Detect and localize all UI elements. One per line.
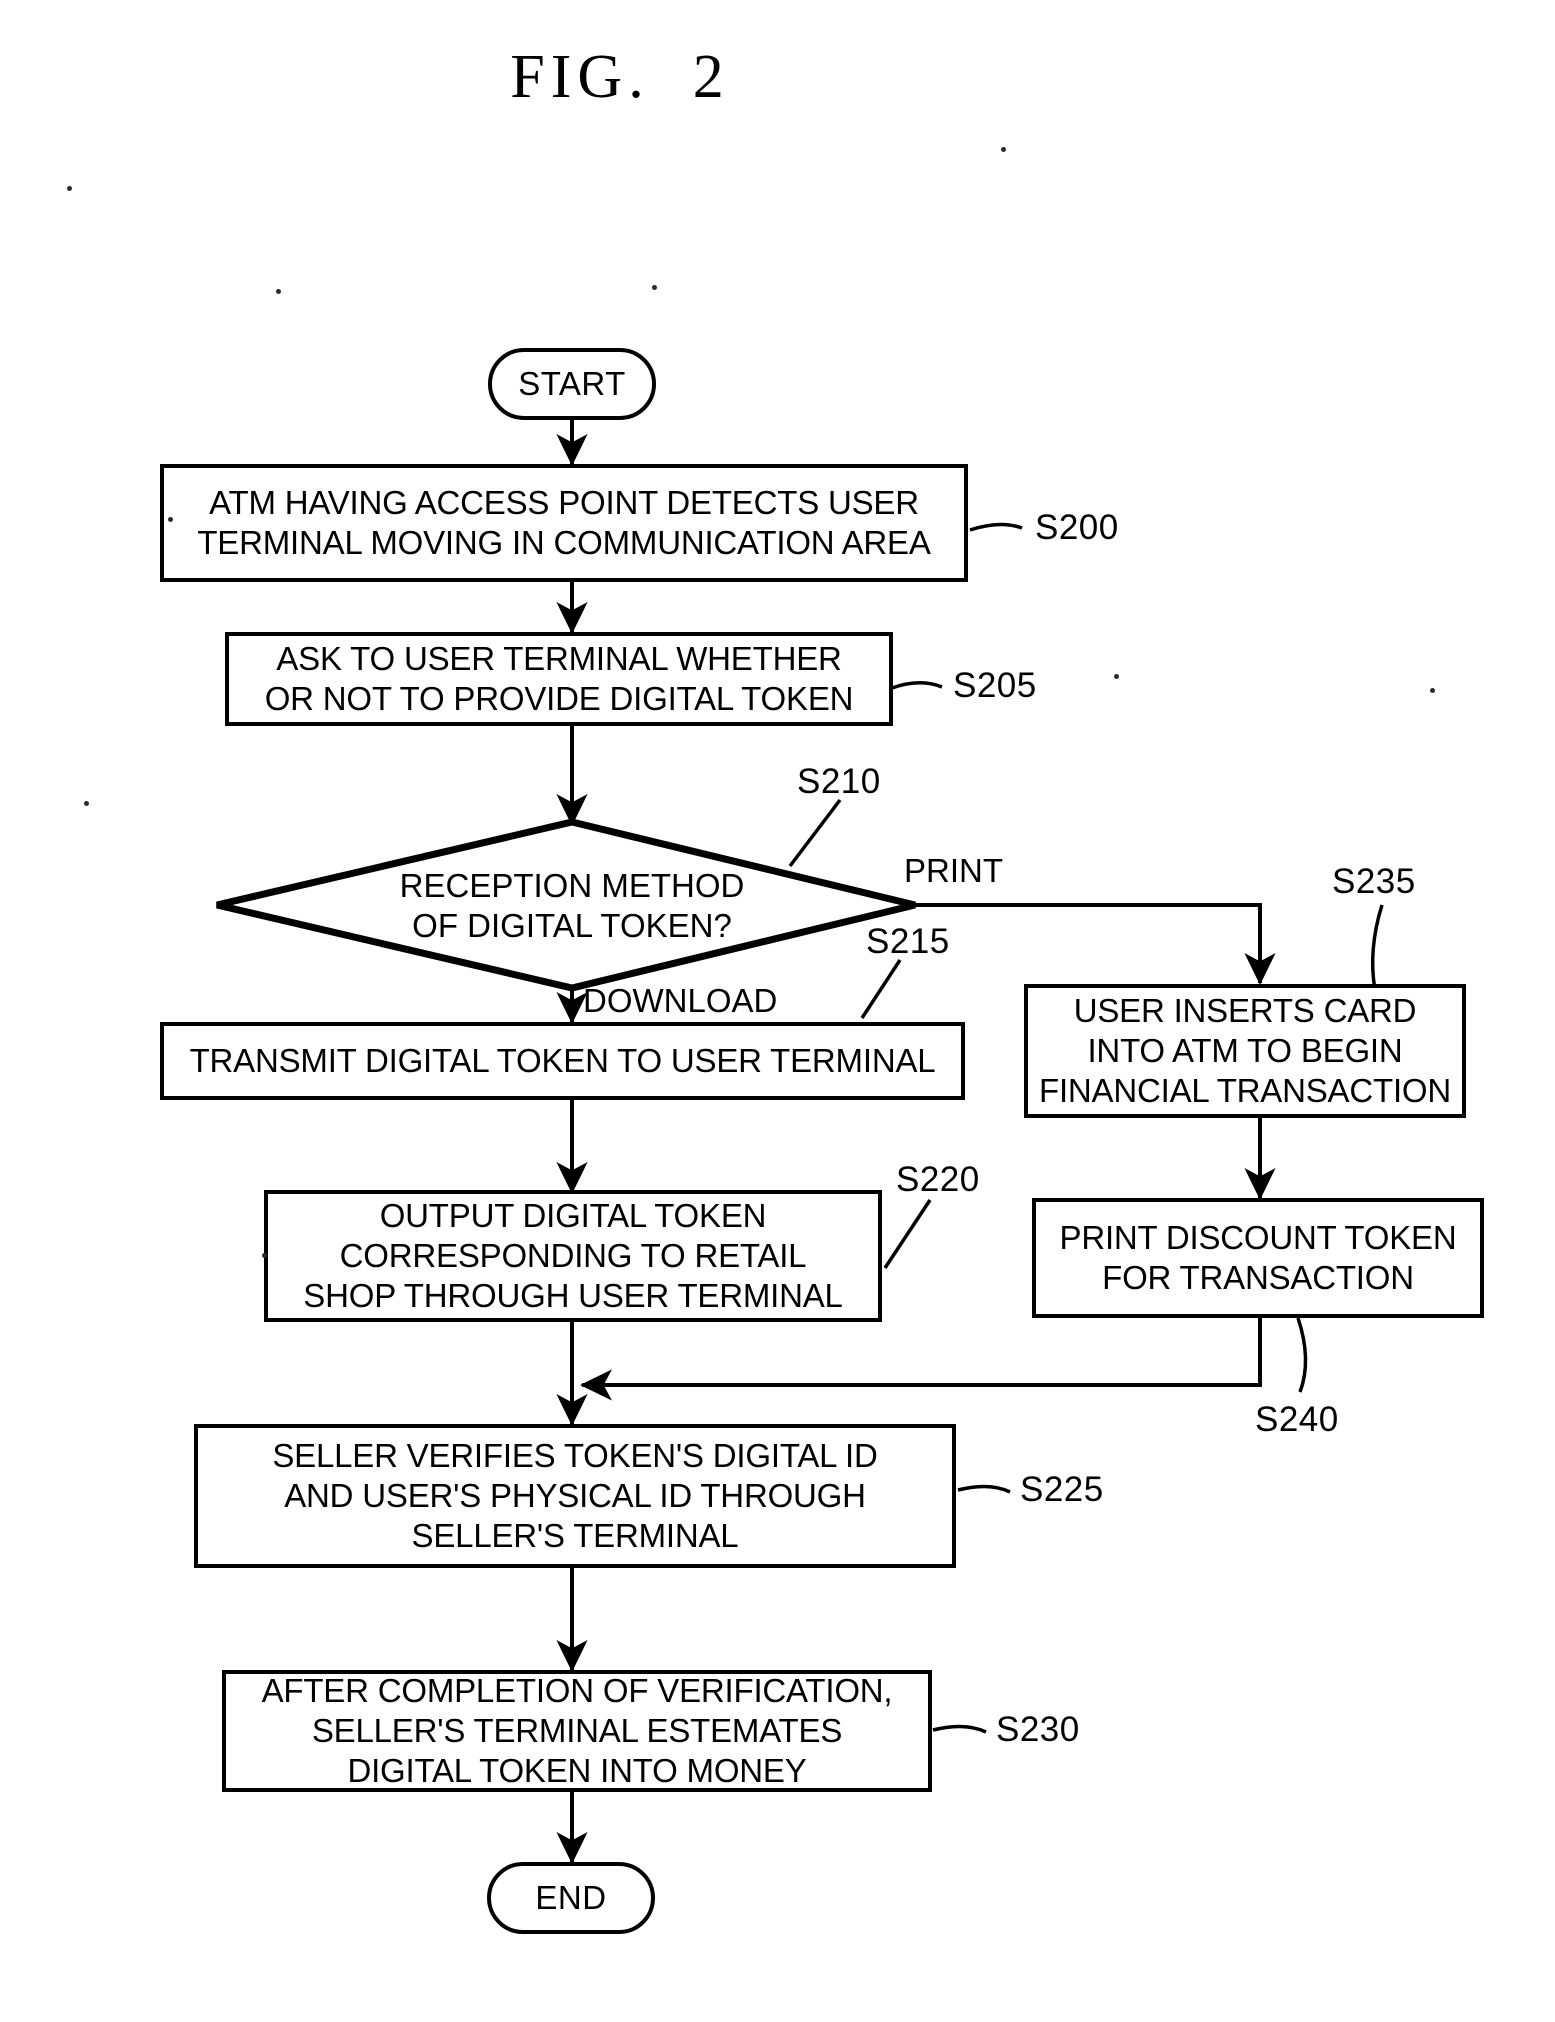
process-s235-line-2: INTO ATM TO BEGIN <box>1087 1031 1403 1069</box>
branch-label-download: DOWNLOAD <box>583 982 778 1019</box>
ref-label-s230: S230 <box>996 1710 1080 1749</box>
process-s220: OUTPUT DIGITAL TOKEN CORRESPONDING TO RE… <box>264 1190 882 1322</box>
process-s235: USER INSERTS CARD INTO ATM TO BEGIN FINA… <box>1024 984 1466 1118</box>
scan-speck <box>168 517 173 522</box>
figure-page: FIG. 2 START ATM HAVING ACCESS POINT DET… <box>0 0 1555 2022</box>
scan-speck <box>84 801 89 806</box>
scan-speck <box>276 289 281 294</box>
process-s225-line-2: AND USER'S PHYSICAL ID THROUGH <box>284 1476 866 1514</box>
process-s240-line-1: PRINT DISCOUNT TOKEN <box>1059 1218 1457 1256</box>
process-s235-line-3: FINANCIAL TRANSACTION <box>1038 1072 1452 1110</box>
leader-line-s205 <box>891 681 943 690</box>
leader-line-s240 <box>1296 1317 1308 1393</box>
process-s225-line-3: SELLER'S TERMINAL <box>411 1517 739 1555</box>
ref-label-s200: S200 <box>1035 508 1119 547</box>
leader-line-s235 <box>1370 904 1384 991</box>
leader-line-s230 <box>932 1724 987 1734</box>
leader-line-s215 <box>860 959 902 1019</box>
terminator-start: START <box>488 348 656 420</box>
process-s215-line-1: TRANSMIT DIGITAL TOKEN TO USER TERMINAL <box>189 1041 936 1079</box>
process-s205-line-2: OR NOT TO PROVIDE DIGITAL TOKEN <box>264 680 854 717</box>
leader-line-s225 <box>957 1484 1011 1494</box>
terminator-end-label: END <box>535 1879 607 1916</box>
scan-speck <box>262 1253 267 1258</box>
leader-line-s200 <box>969 522 1023 532</box>
decision-s210-line-2: OF DIGITAL TOKEN? <box>412 907 732 944</box>
ref-label-s240: S240 <box>1255 1400 1339 1439</box>
process-s220-line-2: CORRESPONDING TO RETAIL <box>339 1236 807 1274</box>
ref-label-s220: S220 <box>896 1160 980 1199</box>
ref-label-s205: S205 <box>953 666 1037 705</box>
scan-speck <box>1114 674 1119 679</box>
process-s225-line-1: SELLER VERIFIES TOKEN'S DIGITAL ID <box>272 1436 878 1474</box>
ref-label-s215: S215 <box>866 922 950 961</box>
process-s230-line-1: AFTER COMPLETION OF VERIFICATION, <box>261 1671 893 1709</box>
process-s240-line-2: FOR TRANSACTION <box>1102 1259 1414 1296</box>
terminator-start-label: START <box>518 365 626 402</box>
process-s200: ATM HAVING ACCESS POINT DETECTS USER TER… <box>160 464 968 582</box>
ref-label-s225: S225 <box>1020 1470 1104 1509</box>
process-s220-line-1: OUTPUT DIGITAL TOKEN <box>379 1196 767 1234</box>
leader-line-s210 <box>788 798 842 868</box>
decision-s210-line-1: RECEPTION METHOD <box>399 866 745 904</box>
process-s240: PRINT DISCOUNT TOKEN FOR TRANSACTION <box>1032 1198 1484 1318</box>
process-s205: ASK TO USER TERMINAL WHETHER OR NOT TO P… <box>225 632 893 726</box>
process-s235-line-1: USER INSERTS CARD <box>1073 991 1417 1029</box>
scan-speck <box>652 285 657 290</box>
decision-s210-label: RECEPTION METHOD OF DIGITAL TOKEN? <box>322 860 822 952</box>
process-s200-line-2: TERMINAL MOVING IN COMMUNICATION AREA <box>197 524 931 561</box>
ref-label-s210: S210 <box>797 762 881 801</box>
scan-speck <box>67 186 72 191</box>
scan-speck <box>1001 147 1006 152</box>
connector-s240-merge <box>580 1316 1262 1401</box>
connector-print-branch <box>915 903 1276 985</box>
ref-label-s235: S235 <box>1332 862 1416 901</box>
process-s230: AFTER COMPLETION OF VERIFICATION, SELLER… <box>222 1670 932 1792</box>
process-s230-line-3: DIGITAL TOKEN INTO MONEY <box>347 1752 807 1790</box>
process-s220-line-3: SHOP THROUGH USER TERMINAL <box>303 1277 843 1315</box>
process-s205-line-1: ASK TO USER TERMINAL WHETHER <box>276 639 842 677</box>
process-s225: SELLER VERIFIES TOKEN'S DIGITAL ID AND U… <box>194 1424 956 1568</box>
process-s200-line-1: ATM HAVING ACCESS POINT DETECTS USER <box>209 483 919 521</box>
process-s215: TRANSMIT DIGITAL TOKEN TO USER TERMINAL <box>160 1022 965 1100</box>
scan-speck <box>1430 688 1435 693</box>
leader-line-s220 <box>883 1199 932 1269</box>
process-s230-line-2: SELLER'S TERMINAL ESTEMATES <box>311 1711 843 1749</box>
branch-label-print: PRINT <box>904 852 1003 889</box>
terminator-end: END <box>487 1862 655 1934</box>
